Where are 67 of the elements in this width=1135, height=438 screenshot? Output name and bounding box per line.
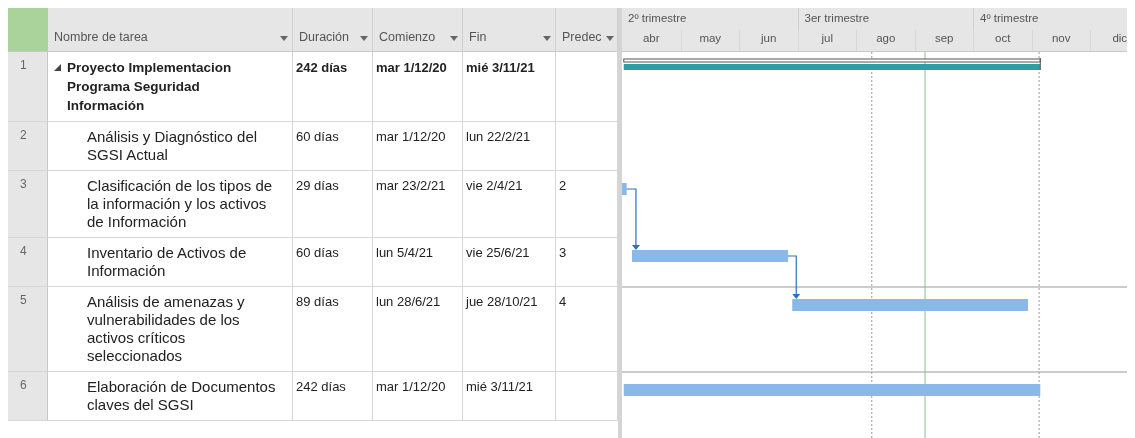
predecessor-cell: 2: [556, 171, 618, 238]
task-name: Inventario de Activos de Información: [87, 244, 248, 280]
quarter-label: 2º trimestre: [628, 12, 687, 24]
start-cell: lun 5/4/21: [373, 238, 463, 287]
quarter-label: 3er trimestre: [804, 12, 870, 24]
task-name: Elaboración de Documentos claves del SGSI: [87, 378, 277, 414]
month-label: abr: [642, 32, 660, 44]
task-name: Análisis de amenazas y vulnerabilidades de los activos críticos seleccionados: [87, 293, 246, 365]
month-label: ago: [876, 32, 896, 44]
caret-icon: [360, 36, 368, 41]
start-cell: lun 28/6/21: [373, 287, 463, 372]
row-number: 3: [8, 171, 48, 238]
column-header[interactable]: Duración: [293, 8, 373, 52]
row-number: 4: [8, 238, 48, 287]
month-label: oct: [995, 32, 1011, 44]
task-bar[interactable]: [631, 250, 789, 262]
table-cell: [556, 122, 618, 171]
quarter-label: 4º trimestre: [980, 12, 1039, 24]
caret-icon: [280, 36, 288, 41]
start-cell: mar 1/12/20: [373, 122, 463, 171]
task-name: Proyecto Implementacion Programa Seguridad Información: [67, 59, 233, 115]
column-header[interactable]: Predec: [556, 8, 618, 52]
task-bar[interactable]: [623, 384, 1041, 396]
caret-icon: [605, 36, 614, 41]
month-label: jul: [821, 32, 833, 44]
duration-cell: 60 días: [293, 122, 373, 171]
month-label: dic: [1112, 32, 1127, 44]
duration-cell: 60 días: [293, 238, 373, 287]
task-name: Clasificación de los tipos de la información y los activos de Información: [87, 177, 274, 231]
task-bar[interactable]: [792, 299, 1028, 311]
column-header[interactable]: Comienzo: [373, 8, 463, 52]
table-cell: [556, 372, 618, 421]
month-label: sep: [934, 32, 954, 44]
predecessor-cell: 4: [556, 287, 618, 372]
row-number: 6: [8, 372, 48, 421]
duration-cell: 242 días: [293, 52, 373, 122]
start-cell: mar 23/2/21: [373, 171, 463, 238]
predecessor-cell: 3: [556, 238, 618, 287]
month-label: nov: [1051, 32, 1071, 44]
row-number: 5: [8, 287, 48, 372]
finish-cell: mié 3/11/21: [463, 372, 556, 421]
duration-cell: 29 días: [293, 171, 373, 238]
finish-cell: jue 28/10/21: [463, 287, 556, 372]
caret-icon: [543, 36, 551, 41]
start-cell: mar 1/12/20: [373, 52, 463, 122]
table-cell: [556, 52, 618, 122]
collapse-icon[interactable]: [54, 64, 61, 71]
duration-cell: 242 días: [293, 372, 373, 421]
finish-cell: vie 25/6/21: [463, 238, 556, 287]
month-label: jun: [761, 32, 777, 44]
task-bar[interactable]: [622, 183, 627, 195]
task-name: Análisis y Diagnóstico del SGSI Actual: [87, 128, 259, 164]
row-number: 1: [8, 52, 48, 122]
row-number: 2: [8, 122, 48, 171]
finish-cell: vie 2/4/21: [463, 171, 556, 238]
select-all-corner: [8, 8, 48, 52]
finish-cell: lun 22/2/21: [463, 122, 556, 171]
column-header[interactable]: Nombre de tarea: [48, 8, 293, 52]
dependency-arrow: [626, 188, 640, 250]
month-label: may: [699, 32, 722, 44]
caret-icon: [450, 36, 458, 41]
column-header[interactable]: Fin: [463, 8, 556, 52]
duration-cell: 89 días: [293, 287, 373, 372]
start-cell: mar 1/12/20: [373, 372, 463, 421]
summary-bar[interactable]: [623, 57, 1041, 71]
finish-cell: mié 3/11/21: [463, 52, 556, 122]
dependency-arrow: [787, 255, 801, 299]
